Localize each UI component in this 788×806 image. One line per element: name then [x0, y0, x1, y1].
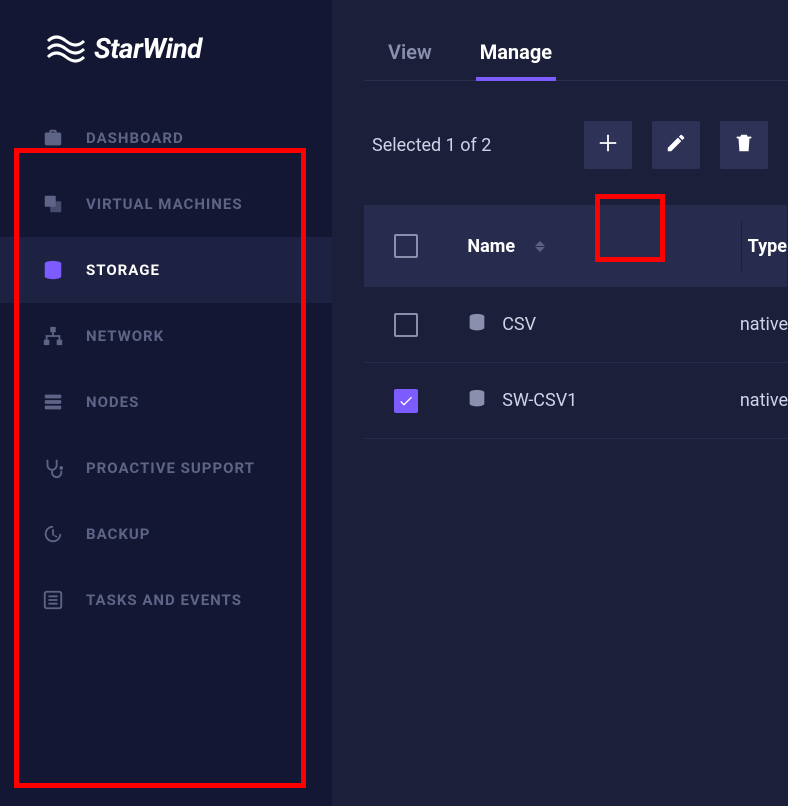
storage-table: Name Type CSV nat: [364, 205, 788, 439]
sidebar-item-nodes[interactable]: NODES: [0, 369, 332, 435]
sidebar-item-label: DASHBOARD: [86, 129, 184, 147]
tab-manage[interactable]: Manage: [476, 24, 556, 80]
tab-bar: View Manage: [364, 24, 788, 81]
table-row[interactable]: CSV native: [364, 287, 788, 363]
table-header-row: Name Type: [364, 205, 788, 287]
tab-label: Manage: [480, 40, 552, 64]
nodes-icon: [42, 391, 64, 413]
tab-label: View: [388, 40, 432, 64]
sidebar-item-network[interactable]: NETWORK: [0, 303, 332, 369]
brand-name: StarWind: [94, 32, 202, 65]
row-name: CSV: [502, 314, 536, 335]
sidebar-item-label: NETWORK: [86, 327, 164, 345]
sidebar-item-label: TASKS AND EVENTS: [86, 591, 242, 609]
app-root: StarWind DASHBOARD VIRTUAL MACHINES STOR…: [0, 0, 788, 806]
list-icon: [42, 589, 64, 611]
table-row[interactable]: SW-CSV1 native: [364, 363, 788, 439]
sort-indicator-icon: [535, 241, 545, 252]
select-all-checkbox[interactable]: [394, 234, 418, 258]
delete-button[interactable]: [720, 121, 768, 169]
header-type[interactable]: Type: [742, 236, 787, 257]
sidebar-item-backup[interactable]: BACKUP: [0, 501, 332, 567]
sidebar-item-dashboard[interactable]: DASHBOARD: [0, 105, 332, 171]
header-select-all: [364, 234, 453, 258]
sidebar: StarWind DASHBOARD VIRTUAL MACHINES STOR…: [0, 0, 332, 806]
sidebar-item-label: PROACTIVE SUPPORT: [86, 459, 255, 477]
pencil-icon: [665, 132, 687, 158]
brand-logo: StarWind: [0, 0, 332, 105]
disk-icon: [466, 312, 488, 338]
sidebar-item-tasks-events[interactable]: TASKS AND EVENTS: [0, 567, 332, 633]
row-type: native: [740, 390, 788, 411]
row-name: SW-CSV1: [502, 390, 577, 411]
sidebar-item-storage[interactable]: STORAGE: [0, 237, 332, 303]
sidebar-nav: DASHBOARD VIRTUAL MACHINES STORAGE NETWO…: [0, 105, 332, 633]
row-type: native: [740, 314, 788, 335]
row-checkbox[interactable]: [394, 389, 418, 413]
header-name[interactable]: Name: [453, 236, 740, 257]
header-name-label: Name: [467, 236, 515, 257]
network-icon: [42, 325, 64, 347]
sidebar-item-label: BACKUP: [86, 525, 150, 543]
tab-view[interactable]: View: [384, 24, 436, 80]
storage-icon: [42, 259, 64, 281]
logo-waves-icon: [46, 35, 86, 63]
row-checkbox[interactable]: [394, 313, 418, 337]
sidebar-item-virtual-machines[interactable]: VIRTUAL MACHINES: [0, 171, 332, 237]
sidebar-item-label: STORAGE: [86, 261, 160, 279]
add-button[interactable]: [584, 121, 632, 169]
toolbar: Selected 1 of 2: [364, 81, 788, 205]
toolbar-buttons: [584, 121, 768, 169]
sidebar-item-proactive-support[interactable]: PROACTIVE SUPPORT: [0, 435, 332, 501]
header-type-label: Type: [748, 236, 787, 257]
sidebar-item-label: VIRTUAL MACHINES: [86, 195, 243, 213]
briefcase-icon: [42, 127, 64, 149]
trash-icon: [733, 132, 755, 158]
disk-icon: [466, 388, 488, 414]
stethoscope-icon: [42, 457, 64, 479]
selection-status: Selected 1 of 2: [372, 135, 491, 156]
vm-icon: [42, 193, 64, 215]
sidebar-item-label: NODES: [86, 393, 139, 411]
edit-button[interactable]: [652, 121, 700, 169]
history-icon: [42, 523, 64, 545]
plus-icon: [597, 132, 619, 158]
main-panel: View Manage Selected 1 of 2: [332, 0, 788, 806]
